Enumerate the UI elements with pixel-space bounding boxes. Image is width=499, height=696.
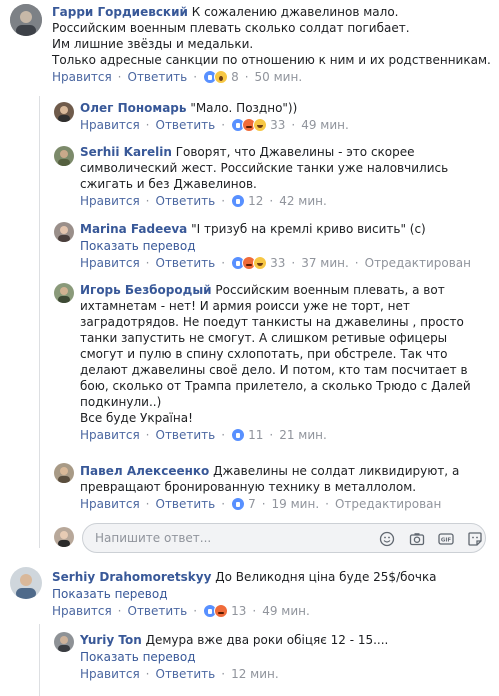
show-translation-link[interactable]: Показать перевод	[80, 238, 490, 254]
timestamp[interactable]: 37 мин.	[301, 255, 349, 271]
reply-input-placeholder: Напишите ответ...	[95, 531, 212, 545]
comment-author[interactable]: Marina Fadeeva	[80, 222, 187, 236]
comment-author[interactable]: Павел Алексеенко	[80, 464, 209, 478]
reactions[interactable]	[203, 604, 229, 618]
comment-author[interactable]: Yuriy Ton	[80, 633, 142, 647]
comment-actions: Нравится · Ответить · 8 · 50 мин.	[52, 69, 303, 85]
comment-author[interactable]: Гарри Гордиевский	[52, 5, 188, 19]
avatar[interactable]	[54, 632, 74, 652]
reaction-count[interactable]: 11	[248, 427, 263, 443]
haha-reaction-icon	[253, 256, 268, 270]
reactions[interactable]	[231, 118, 268, 132]
reply-button[interactable]: Ответить	[128, 603, 188, 619]
avatar[interactable]	[54, 146, 74, 166]
wow-reaction-icon	[214, 70, 229, 84]
comment-author[interactable]: Serhiy Drahomoretskyy	[52, 570, 211, 584]
comment-author[interactable]: Игорь Безбородый	[80, 283, 212, 297]
timestamp[interactable]: 12 мин.	[231, 666, 279, 682]
reply-button[interactable]: Ответить	[156, 193, 216, 209]
reaction-count[interactable]: 33	[270, 255, 285, 271]
sticker-icon[interactable]	[467, 531, 483, 547]
show-translation-link[interactable]: Показать перевод	[80, 649, 490, 665]
avatar[interactable]	[54, 222, 74, 242]
comment-actions: Нравится · Ответить · 13 · 49 мин.	[52, 603, 310, 619]
reactions[interactable]	[231, 497, 246, 511]
camera-icon[interactable]	[409, 531, 425, 547]
thread-line	[39, 96, 40, 548]
timestamp[interactable]: 19 мин.	[272, 496, 320, 512]
like-button[interactable]: Нравится	[52, 603, 112, 619]
like-reaction-icon	[231, 194, 246, 208]
emoji-icon[interactable]	[379, 531, 395, 547]
reactions[interactable]	[231, 256, 268, 270]
reaction-count[interactable]: 12	[248, 193, 263, 209]
comment-actions: Нравится · Ответить · 11 · 21 мин.	[80, 427, 327, 443]
comment-text: Игорь Безбородый Российским военным плев…	[80, 283, 471, 425]
comment-text: Олег Пономарь "Мало. Поздно"))	[80, 101, 298, 115]
like-reaction-icon	[231, 497, 246, 511]
haha-reaction-icon	[253, 118, 268, 132]
comment-actions: Нравится · Ответить · 12 мин.	[80, 666, 279, 682]
reactions[interactable]	[231, 428, 246, 442]
like-reaction-icon	[231, 428, 246, 442]
comment-text: Serhii Karelin Говорят, что Джавелины - …	[80, 145, 452, 191]
angry-reaction-icon	[214, 604, 229, 618]
avatar[interactable]	[54, 463, 74, 483]
like-button[interactable]: Нравится	[80, 427, 140, 443]
reply-button[interactable]: Ответить	[156, 496, 216, 512]
timestamp[interactable]: 21 мин.	[279, 427, 327, 443]
comment-actions: Нравится · Ответить · 7 · 19 мин. · Отредакт…	[80, 496, 442, 512]
comment-actions: Нравится · Ответить · 33 · 49 мин.	[80, 117, 349, 133]
comment-author[interactable]: Олег Пономарь	[80, 101, 186, 115]
reaction-count[interactable]: 8	[231, 69, 239, 85]
comment-text: Гарри Гордиевский К сожалению джавелинов…	[52, 5, 491, 67]
reaction-count[interactable]: 7	[248, 496, 256, 512]
reactions[interactable]	[231, 194, 246, 208]
like-button[interactable]: Нравится	[80, 117, 140, 133]
timestamp[interactable]: 49 мин.	[262, 603, 310, 619]
reply-button[interactable]: Ответить	[128, 69, 188, 85]
show-translation-link[interactable]: Показать перевод	[52, 586, 492, 602]
reply-button[interactable]: Ответить	[156, 666, 216, 682]
avatar[interactable]	[54, 102, 74, 122]
comment-text: Yuriy Ton Демура вже два роки обіцяє 12 …	[80, 633, 389, 647]
like-button[interactable]: Нравится	[80, 666, 140, 682]
edited-label[interactable]: Отредактирован	[365, 255, 471, 271]
like-button[interactable]: Нравится	[80, 496, 140, 512]
current-user-avatar	[54, 527, 74, 547]
comment-text: Serhiy Drahomoretskyy До Великодня ціна …	[52, 570, 437, 584]
svg-text:GIF: GIF	[441, 538, 452, 544]
avatar[interactable]	[10, 567, 42, 599]
avatar[interactable]	[54, 283, 74, 303]
like-button[interactable]: Нравится	[80, 193, 140, 209]
comment-actions: Нравится · Ответить · 12 · 42 мин.	[80, 193, 327, 209]
reply-button[interactable]: Ответить	[156, 427, 216, 443]
thread-line	[39, 624, 40, 696]
reaction-count[interactable]: 13	[231, 603, 246, 619]
comment-text: Павел Алексеенко Джавелины не солдат лик…	[80, 464, 464, 494]
reply-input[interactable]: Напишите ответ... GIF	[82, 523, 486, 553]
comment-author[interactable]: Serhii Karelin	[80, 145, 172, 159]
reaction-count[interactable]: 33	[270, 117, 285, 133]
timestamp[interactable]: 49 мин.	[301, 117, 349, 133]
reply-composer: Напишите ответ... GIF	[54, 523, 486, 553]
reply-button[interactable]: Ответить	[156, 117, 216, 133]
timestamp[interactable]: 42 мин.	[279, 193, 327, 209]
gif-icon[interactable]: GIF	[438, 531, 454, 547]
comment-text: Marina Fadeeva "I тризуб на кремлі криво…	[80, 222, 426, 236]
avatar[interactable]	[10, 4, 42, 36]
edited-label[interactable]: Отредактирован	[335, 496, 441, 512]
reactions[interactable]	[203, 70, 229, 84]
like-button[interactable]: Нравится	[52, 69, 112, 85]
comment-actions: Нравится · Ответить · 33 · 37 мин. · Отредак…	[80, 255, 471, 271]
like-button[interactable]: Нравится	[80, 255, 140, 271]
reply-button[interactable]: Ответить	[156, 255, 216, 271]
timestamp[interactable]: 50 мин.	[255, 69, 303, 85]
